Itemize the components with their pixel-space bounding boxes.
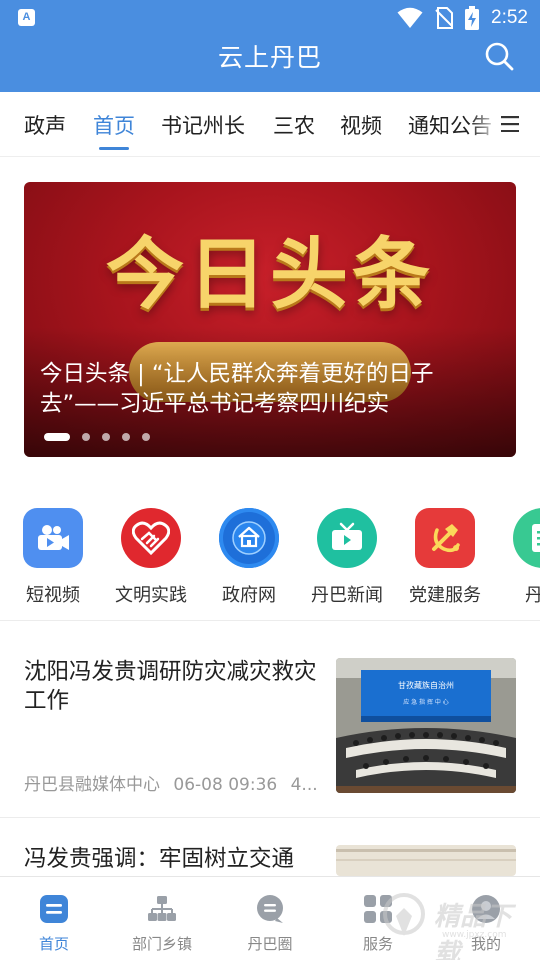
menu-icon [501,116,519,132]
nav-home[interactable]: 首页 [0,894,108,954]
thumb-banner-text: 甘孜藏族自治州 [398,680,454,690]
news-thumbnail [336,845,516,876]
chat-circle-icon [257,895,283,923]
shortcut-party-service[interactable]: 党建服务 [396,508,494,607]
shortcut-government-site[interactable]: 政府网 [200,508,298,607]
news-item[interactable]: 冯发贵强调：牢固树立交通 [0,845,540,876]
watermark: 精品下载 www.jpxz.com [382,890,532,960]
news-source: 丹巴县融媒体中心 [24,775,160,795]
news-extra: 4... [290,775,318,795]
shortcut-label: 文明实践 [115,585,187,606]
news-title: 冯发贵强调：牢固树立交通 [24,846,295,872]
app-notification-icon: A [18,9,35,26]
clock: 2:52 [491,7,528,28]
carousel-dot[interactable] [142,433,150,441]
video-camera-icon [23,508,83,568]
tab-zhengsheng[interactable]: 政声 [24,110,66,140]
news-meta: 丹巴县融媒体中心 06-08 09:36 4... [24,770,318,795]
banner-headline: 今日头条 [105,230,434,320]
tv-icon [317,508,377,568]
shortcut-label: 政府网 [222,585,276,606]
svg-text:应 急 指 挥 中 心: 应 急 指 挥 中 心 [403,698,449,706]
watermark-url: www.jpxz.com [442,930,507,940]
search-icon[interactable] [484,41,514,71]
meeting-room-image: 甘孜藏族自治州 应 急 指 挥 中 心 [336,658,516,793]
tab-secretary-governor[interactable]: 书记州长 [161,110,245,140]
headline-carousel[interactable]: 今日头条 今日头条 | “让人民群众奔着更好的日子去”——习近平总书记考察四川纪… [24,182,516,457]
page-title: 云上丹巴 [217,43,322,72]
watermark-text: 精品下载 [434,902,513,960]
channel-menu-button[interactable] [500,92,540,156]
nav-danba-circle[interactable]: 丹巴圈 [216,894,324,954]
party-emblem-icon [415,508,475,568]
carousel-dot[interactable] [82,433,90,441]
app-header: A 2:52 云上丹巴 [0,0,540,92]
nav-label: 部门乡镇 [131,935,192,953]
shortcut-danba-more[interactable]: 丹巴 [494,508,540,607]
battery-charging-icon [465,6,480,30]
nav-departments[interactable]: 部门乡镇 [108,894,216,954]
news-time: 06-08 09:36 [173,775,278,795]
tab-home[interactable]: 首页 [93,110,135,140]
shortcut-label: 丹巴 [525,585,540,606]
carousel-indicator [44,433,150,441]
no-sim-icon [435,7,454,29]
watermark-logo-icon [383,893,425,936]
section-divider [0,817,540,818]
home-tab-icon [40,895,68,923]
wifi-icon [397,7,423,28]
status-indicators: 2:52 [397,5,528,31]
status-bar: A 2:52 [0,0,540,36]
active-tab-indicator [99,147,129,150]
heart-handshake-icon [121,508,181,568]
carousel-dot[interactable] [102,433,110,441]
nav-label: 首页 [38,935,69,953]
news-thumbnail: 甘孜藏族自治州 应 急 指 挥 中 心 [336,658,516,793]
shortcut-label: 党建服务 [409,585,481,606]
shortcut-row: 短视频 文明实践 政府网 丹巴新闻 党建服务 丹 [0,508,540,608]
section-divider [0,620,540,621]
shortcut-civilization-practice[interactable]: 文明实践 [102,508,200,607]
channel-tabs: 政声 首页 书记州长 三农 视频 通知公告 [0,92,540,157]
shortcut-label: 丹巴新闻 [311,585,383,606]
org-chart-icon [148,896,176,921]
tab-video[interactable]: 视频 [340,110,382,140]
shortcut-short-video[interactable]: 短视频 [4,508,102,607]
tab-agriculture[interactable]: 三农 [273,110,315,140]
nav-label: 丹巴圈 [247,935,293,953]
news-item[interactable]: 沈阳冯发贵调研防灾减灾救灾工作 丹巴县融媒体中心 06-08 09:36 4..… [0,658,540,798]
shortcut-danba-news[interactable]: 丹巴新闻 [298,508,396,607]
carousel-dot[interactable] [44,433,70,441]
carousel-dot[interactable] [122,433,130,441]
shortcut-label: 短视频 [26,585,80,606]
home-globe-icon [219,508,279,568]
banner-caption: 今日头条 | “让人民群众奔着更好的日子去”——习近平总书记考察四川纪实 [40,361,434,417]
document-icon [513,508,540,568]
news-title: 沈阳冯发贵调研防灾减灾救灾工作 [24,659,317,714]
